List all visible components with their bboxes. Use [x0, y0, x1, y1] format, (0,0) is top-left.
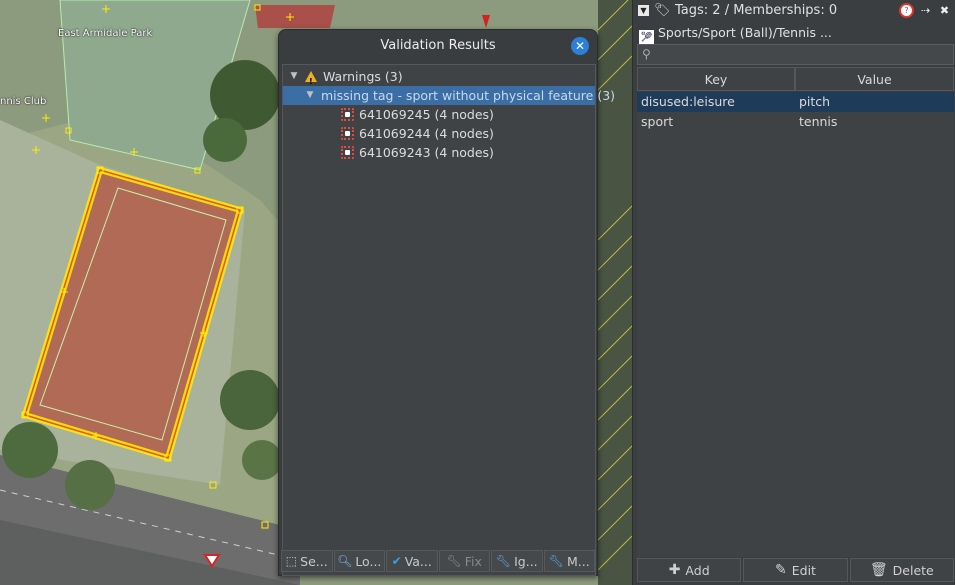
search-icon: ⚲ [642, 47, 651, 61]
validation-title: Validation Results [380, 38, 496, 53]
tag-key[interactable]: disused:leisure [637, 92, 795, 112]
map-label-club: nnis Club [0, 96, 47, 107]
table-row[interactable]: disused:leisure pitch [637, 92, 954, 112]
validate-button[interactable]: ✔ Va... [386, 550, 438, 572]
preset-text: Sports/Sport (Ball)/Tennis ... [658, 25, 832, 40]
ignore-button-label: Ig... [514, 553, 538, 569]
close-icon[interactable]: ✕ [571, 37, 589, 55]
warning-icon [305, 71, 317, 91]
delete-button[interactable]: 🗑︎ Delete [849, 558, 954, 582]
tag-table[interactable]: disused:leisure pitch sport tennis [637, 92, 954, 557]
tag-value[interactable]: tennis [795, 112, 954, 132]
validate-button-label: Va... [404, 553, 432, 569]
tags-panel: ▼ 🏷︎ Tags: 2 / Memberships: 0 ? ⇢ ✖ 🎾︎ Sp… [632, 0, 955, 585]
column-header-key[interactable]: Key [637, 67, 795, 91]
more-button[interactable]: 🔧︎ M... [543, 550, 595, 572]
group-label: missing tag - sport without physical fea… [321, 88, 616, 103]
tree-node-warnings[interactable]: ▼ Warnings (3) [283, 67, 595, 91]
tree-item-way[interactable]: 641069245 (4 nodes) [283, 105, 595, 124]
edit-button[interactable]: ✎ Edit [743, 558, 848, 582]
tennis-icon: 🎾︎ [639, 30, 654, 45]
map-label-park: East Armidale Park [58, 28, 153, 39]
fix-button[interactable]: 🔧︎ Fix [438, 550, 490, 572]
add-button[interactable]: ✚ Add [637, 558, 742, 582]
more-button-label: M... [567, 553, 590, 569]
tags-button-bar: ✚ Add ✎ Edit 🗑︎ Delete [637, 558, 954, 582]
close-icon[interactable]: ✖ [937, 3, 952, 18]
lookup-button[interactable]: 🔍︎ Lo... [333, 550, 385, 572]
tag-value[interactable]: pitch [795, 92, 954, 112]
help-icon[interactable]: ? [899, 3, 914, 18]
ignore-button[interactable]: 🔧︎ Ig... [491, 550, 543, 572]
tag-icon: 🏷︎ [654, 3, 671, 18]
chevron-down-icon[interactable]: ▼ [303, 86, 317, 105]
edit-icon: ✎ [775, 562, 787, 578]
checkmark-icon: ✔ [391, 554, 402, 568]
tree-node-missing-tag-group[interactable]: ▼ missing tag - sport without physical f… [283, 86, 615, 105]
validation-results-dialog: Validation Results ✕ ▼ Warnings (3) ▼ mi… [278, 29, 615, 576]
select-icon: ⬚ [285, 554, 298, 568]
way-icon [341, 146, 354, 159]
way-icon [341, 127, 354, 140]
way-icon [341, 108, 354, 121]
collapse-icon[interactable]: ▼ [638, 5, 649, 16]
fix-button-label: Fix [464, 553, 482, 569]
zoom-icon: 🔍︎ [337, 554, 353, 568]
table-row[interactable]: sport tennis [637, 112, 954, 132]
select-button[interactable]: ⬚ Se... [281, 550, 333, 572]
tree-item-way[interactable]: 641069243 (4 nodes) [283, 143, 595, 162]
preset-label[interactable]: 🎾︎ Sports/Sport (Ball)/Tennis ... [639, 24, 832, 45]
undock-icon[interactable]: ⇢ [918, 3, 933, 18]
josm-window: East Armidale Park nnis Club Validation … [0, 0, 955, 585]
tree-item-way[interactable]: 641069244 (4 nodes) [283, 124, 595, 143]
way-label: 641069243 (4 nodes) [359, 145, 494, 160]
validation-tree[interactable]: ▼ Warnings (3) ▼ missing tag - sport wit… [282, 64, 615, 576]
edit-button-label: Edit [791, 562, 816, 578]
panel-header-buttons: ? ⇢ ✖ [899, 3, 952, 18]
validation-toolbar: ⬚ Se... 🔍︎ Lo... ✔ Va... 🔧︎ Fix 🔧︎ Ig...… [281, 550, 595, 572]
tag-key[interactable]: sport [637, 112, 795, 132]
delete-button-label: Delete [892, 562, 934, 578]
tag-search-field[interactable]: ⚲ [637, 44, 954, 65]
add-button-label: Add [685, 562, 710, 578]
wrench-icon: 🔧︎ [446, 554, 462, 568]
way-label: 641069244 (4 nodes) [359, 126, 494, 141]
tags-panel-header: ▼ 🏷︎ Tags: 2 / Memberships: 0 ? ⇢ ✖ [633, 0, 955, 22]
trash-icon: 🗑︎ [869, 562, 888, 578]
plus-icon: ✚ [668, 562, 681, 578]
wrench-icon: 🔧︎ [548, 554, 564, 568]
way-label: 641069245 (4 nodes) [359, 107, 494, 122]
tag-search-input[interactable] [658, 46, 948, 63]
chevron-down-icon[interactable]: ▼ [287, 67, 301, 86]
warnings-label: Warnings (3) [323, 69, 403, 84]
wrench-icon: 🔧︎ [495, 554, 512, 568]
select-button-label: Se... [300, 553, 328, 569]
tag-table-header: Key Value [637, 67, 954, 91]
column-header-value[interactable]: Value [795, 67, 954, 91]
tags-panel-title: Tags: 2 / Memberships: 0 [675, 3, 838, 18]
lookup-button-label: Lo... [355, 553, 382, 569]
